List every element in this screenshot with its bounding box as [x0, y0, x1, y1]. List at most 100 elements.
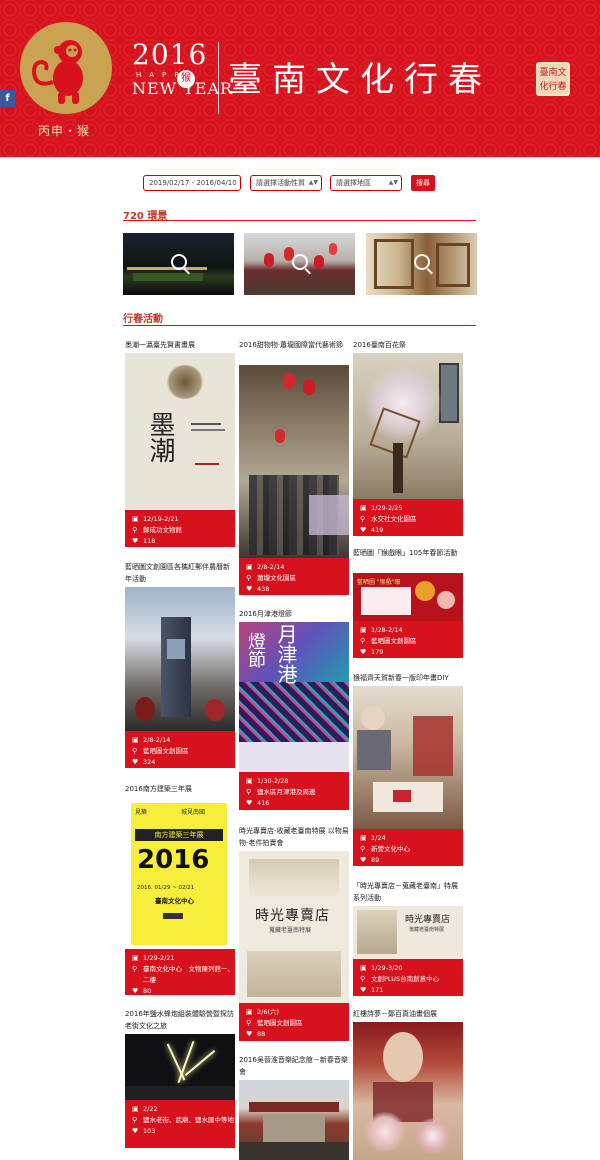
- event-place: 鹽水老街、武廟、鹽水國中等地: [143, 1116, 234, 1124]
- events-section-title: 行春活動: [123, 314, 163, 325]
- event-info-box: ▣ 2/8-2/14 ⚲ 蕭壠文化園區 ♥ 438: [239, 558, 349, 595]
- event-likes: 88: [257, 1030, 266, 1038]
- monkey-icon: [31, 40, 83, 104]
- search-icon: [170, 254, 187, 270]
- poster-text: 2016: [137, 845, 210, 875]
- poster-text: 見築: [135, 809, 148, 816]
- event-image[interactable]: [353, 1022, 463, 1160]
- calendar-icon: ▣: [246, 777, 253, 785]
- event-image[interactable]: [353, 353, 463, 499]
- caret-down-icon: ▲▼: [388, 179, 398, 186]
- event-image[interactable]: [125, 587, 235, 731]
- event-title[interactable]: 2016年鹽水蜂炮組裝體驗營暨探訪老街文化之旅: [125, 1008, 235, 1032]
- search-button[interactable]: 搜尋: [411, 175, 435, 191]
- event-likes: 171: [371, 986, 384, 994]
- event-image[interactable]: 燈節 月津港: [239, 622, 349, 772]
- heart-icon[interactable]: ♥: [132, 986, 143, 997]
- poster-text: 蒐藏老臺南特展: [409, 927, 445, 933]
- event-title[interactable]: 2016臺南百花祭: [353, 339, 463, 351]
- event-info-box: ▣ 2/22 ⚲ 鹽水老街、武廟、鹽水國中等地 ♥ 103: [125, 1100, 235, 1148]
- event-image[interactable]: 時光專賣店 蒐藏老臺南特展: [239, 851, 349, 1003]
- event-title[interactable]: 2016月津港燈節: [239, 608, 349, 620]
- location-pin-icon: ⚲: [132, 747, 138, 755]
- event-info-box: ▣ 1/28-2/14 ⚲ 藍晒圖文創園區 ♥ 179: [353, 621, 463, 658]
- section-divider: [123, 325, 476, 326]
- event-title[interactable]: 2016南方建築三年展: [125, 783, 235, 795]
- facebook-share-button[interactable]: f: [0, 90, 15, 107]
- event-title[interactable]: 時光專賣店-收藏老臺南特展 以物易物-老件拍賣會: [239, 825, 349, 849]
- location-pin-icon: ⚲: [132, 1116, 138, 1124]
- event-likes: 179: [371, 648, 384, 656]
- heart-icon[interactable]: ♥: [246, 1029, 257, 1040]
- panorama-thumb-lanterns[interactable]: [244, 233, 355, 295]
- calendar-icon: ▣: [360, 626, 367, 634]
- panorama-thumb-night-park[interactable]: [123, 233, 234, 295]
- heart-icon[interactable]: ♥: [132, 536, 143, 547]
- poster-title: 墨潮: [145, 411, 175, 463]
- heart-icon[interactable]: ♥: [132, 757, 143, 768]
- event-likes: 89: [371, 856, 380, 864]
- event-title[interactable]: 墨潮一瀛臺先賢書畫展: [125, 339, 235, 351]
- event-likes: 103: [143, 1127, 156, 1135]
- poster-text: 燈節: [245, 632, 266, 668]
- event-place: 臺南文化中心 文物陳列館一、二樓: [143, 965, 234, 984]
- heart-icon[interactable]: ♥: [246, 798, 257, 809]
- event-date: 1/30-2/28: [257, 777, 289, 785]
- event-info-box: ▣ 2/8-2/14 ⚲ 藍晒圖文創園區 ♥ 324: [125, 731, 235, 768]
- event-date: 2/22: [143, 1105, 158, 1113]
- title-seal-stamp: 臺南文化行春: [536, 62, 570, 96]
- event-image[interactable]: [239, 365, 349, 558]
- logo-caption: 丙申・猴: [38, 124, 91, 138]
- event-title[interactable]: 猴福齊天賀新春一版印年畫DIY: [353, 672, 463, 684]
- area-select-value: 請選擇地區: [336, 179, 371, 187]
- event-image[interactable]: [353, 686, 463, 829]
- heart-icon[interactable]: ♥: [360, 855, 371, 866]
- event-image[interactable]: 見築 城見南國 南方建築三年展 2016 2016. 01/29 ~ 02/21…: [125, 801, 235, 949]
- panorama-thumb-old-house[interactable]: [366, 233, 477, 295]
- event-date: 1/29-3/20: [371, 964, 403, 972]
- monkey-logo[interactable]: [20, 22, 112, 114]
- event-place: 鄭成功文物館: [143, 526, 182, 534]
- event-image[interactable]: 墨潮: [125, 353, 235, 510]
- heart-icon[interactable]: ♥: [360, 647, 371, 658]
- location-pin-icon: ⚲: [246, 788, 252, 796]
- event-image[interactable]: 時光專賣店 蒐藏老臺南特展: [353, 906, 463, 959]
- event-title[interactable]: 藍晒圖文創園區各攜紅郵伴農曆新年活動: [125, 561, 235, 585]
- heart-icon[interactable]: ♥: [360, 525, 371, 536]
- event-place: 鹽水區月津港及周邊: [257, 788, 316, 796]
- search-icon: [413, 254, 430, 270]
- event-title[interactable]: 「時光專賣店－蒐藏老臺南」特展系列活動: [353, 880, 463, 904]
- event-date: 2/8-2/14: [257, 563, 285, 571]
- poster-text: 藍晒圖 "猴戲"眼: [357, 579, 401, 586]
- heart-icon[interactable]: ♥: [132, 1126, 143, 1137]
- event-place: 藍晒圖文創園區: [257, 1019, 303, 1027]
- location-pin-icon: ⚲: [132, 526, 138, 534]
- event-place: 水交社文化園區: [371, 515, 417, 523]
- heart-icon[interactable]: ♥: [246, 584, 257, 595]
- event-info-box: ▣ 12/19-2/21 ⚲ 鄭成功文物館 ♥ 118: [125, 510, 235, 547]
- area-select[interactable]: 請選擇地區 ▲▼: [330, 175, 402, 191]
- event-image[interactable]: [125, 1034, 235, 1100]
- calendar-icon: ▣: [132, 1105, 139, 1113]
- event-title[interactable]: 2016吳晉淮音樂紀念館－新春音樂會: [239, 1054, 349, 1078]
- event-date: 1/28-2/14: [371, 626, 403, 634]
- event-info-box: ▣ 1/29-2/21 ⚲ 臺南文化中心 文物陳列館一、二樓 ♥ 80: [125, 949, 235, 995]
- event-title[interactable]: 2016甜物物‧蕭壠國際當代藝術節: [239, 339, 349, 351]
- calendar-icon: ▣: [132, 954, 139, 962]
- event-title[interactable]: 藍晒圖「猴戲眼」105年春節活動: [353, 547, 463, 559]
- event-likes: 324: [143, 758, 156, 766]
- calendar-icon: ▣: [360, 504, 367, 512]
- heart-icon[interactable]: ♥: [360, 985, 371, 996]
- date-range-input[interactable]: 2019/02/17 - 2016/04/10: [143, 175, 241, 191]
- poster-text: 月津港: [274, 624, 298, 684]
- poster-text: 臺南文化中心: [155, 897, 194, 905]
- event-place: 文創PLUS台南創意中心: [371, 975, 440, 983]
- header-divider: [218, 42, 219, 114]
- event-title[interactable]: 紅樓詩夢－鄭百真油畫個展: [353, 1008, 463, 1020]
- event-place: 藍晒圖文創園區: [371, 637, 417, 645]
- event-image[interactable]: 藍晒圖 "猴戲"眼: [353, 573, 463, 621]
- poster-text: 城見南國: [181, 809, 206, 816]
- activity-type-select[interactable]: 請選擇活動性質 ▲▼: [250, 175, 322, 191]
- event-date: 1/29-2/21: [143, 954, 175, 962]
- event-image[interactable]: [239, 1080, 349, 1160]
